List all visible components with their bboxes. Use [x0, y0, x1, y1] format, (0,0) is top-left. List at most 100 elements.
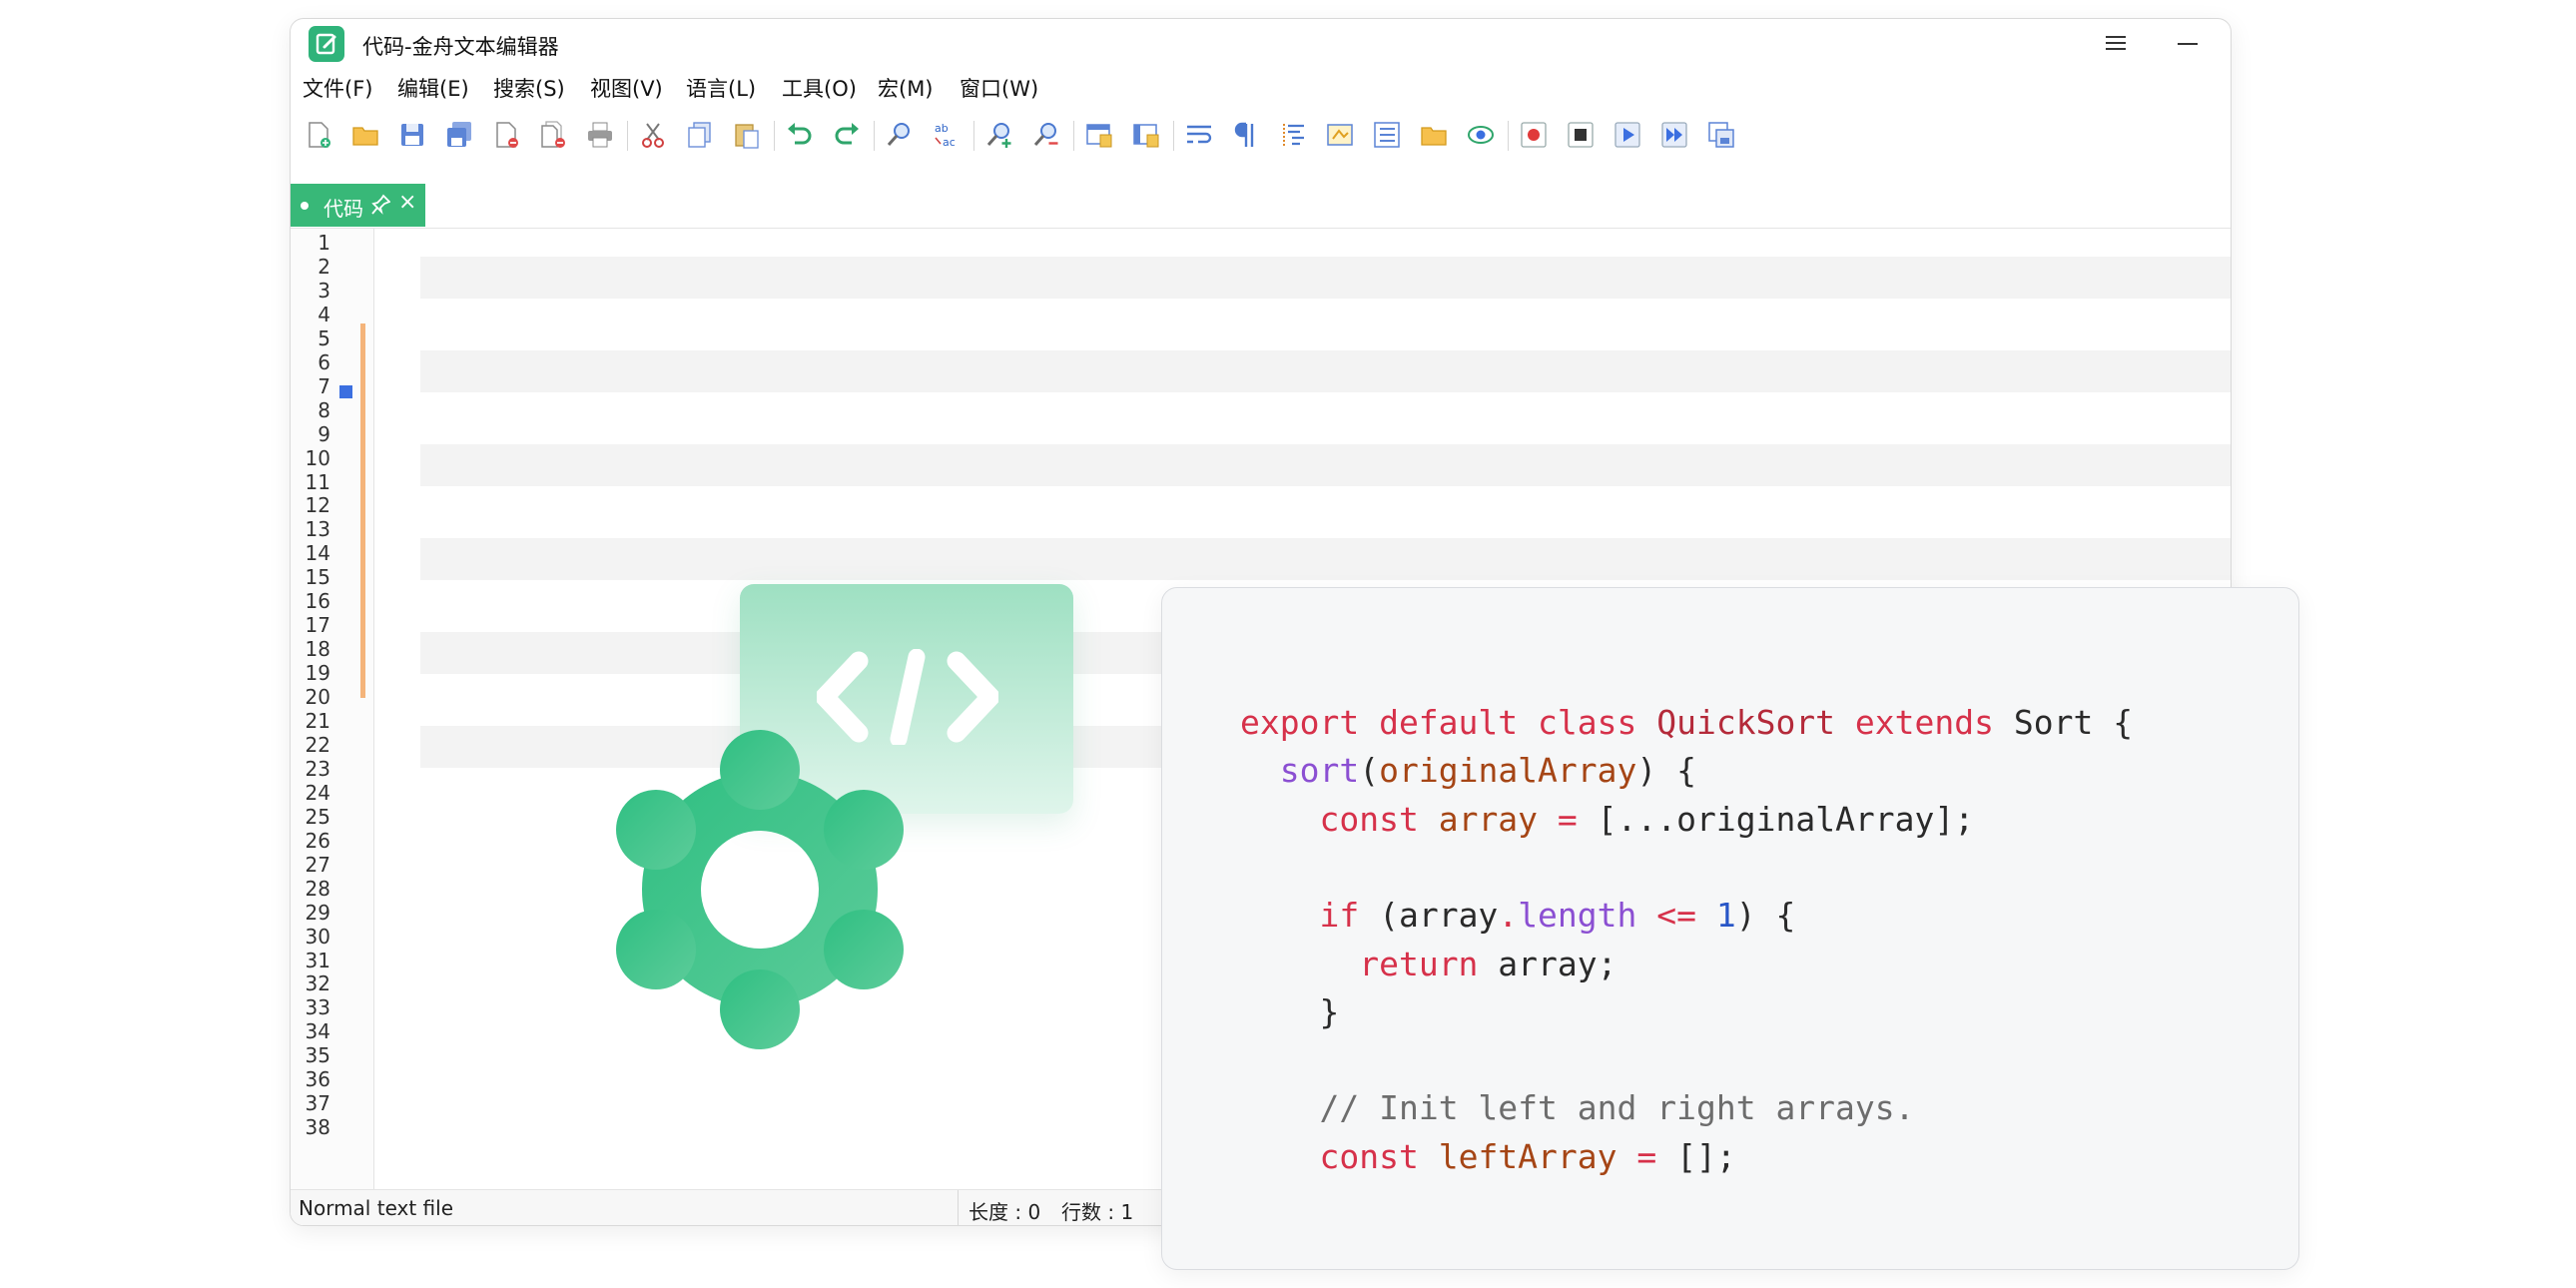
- line-number: 28: [305, 876, 330, 901]
- run-macro-multiple-icon[interactable]: [1656, 117, 1692, 153]
- indent-guide-icon[interactable]: [1275, 117, 1311, 153]
- menu-language[interactable]: 语言(L): [686, 73, 756, 103]
- menu-view[interactable]: 视图(V): [590, 73, 663, 103]
- find-icon[interactable]: [882, 117, 918, 153]
- code-token: const: [1319, 799, 1439, 839]
- code-token: originalArray: [1379, 751, 1637, 791]
- print-icon[interactable]: [582, 117, 618, 153]
- row-stripe: [420, 538, 2231, 580]
- code-token: array;: [1498, 944, 1617, 983]
- code-token: extends: [1835, 703, 2014, 742]
- code-token: ) {: [1636, 751, 1696, 791]
- menu-window[interactable]: 窗口(W): [960, 73, 1038, 103]
- tab-code[interactable]: 代码 ×: [291, 184, 425, 227]
- save-icon[interactable]: [394, 117, 430, 153]
- show-all-characters-icon[interactable]: [1228, 117, 1264, 153]
- line-number: 26: [305, 828, 330, 853]
- code-token: sort: [1279, 751, 1360, 791]
- toolbar-divider: [1173, 121, 1174, 151]
- line-number: 23: [305, 756, 330, 781]
- pin-icon[interactable]: [370, 194, 390, 216]
- sync-horizontal-icon[interactable]: [1128, 117, 1164, 153]
- code-line: }: [1240, 992, 1339, 1032]
- line-number: 38: [305, 1115, 330, 1140]
- word-wrap-icon[interactable]: [1181, 117, 1217, 153]
- zoom-out-icon[interactable]: [1028, 117, 1064, 153]
- replace-icon[interactable]: ab ac: [929, 117, 965, 153]
- code-line: // Init left and right arrays.: [1240, 1088, 1914, 1128]
- line-number: 9: [318, 421, 330, 446]
- code-line: sort(originalArray) {: [1240, 751, 1696, 791]
- line-number: 27: [305, 852, 330, 877]
- settings-gear-icon: [616, 730, 904, 1049]
- close-file-icon[interactable]: [488, 117, 524, 153]
- code-token: export default class: [1240, 703, 1657, 742]
- line-number: 6: [318, 349, 330, 374]
- minimize-icon: [2178, 43, 2198, 45]
- function-list-icon[interactable]: [1369, 117, 1405, 153]
- document-length: 长度 : 0: [968, 1200, 1041, 1224]
- change-history-marker: [360, 323, 365, 698]
- code-token: =: [1616, 1136, 1677, 1176]
- title-bar[interactable]: 代码-金舟文本编辑器: [291, 19, 2231, 69]
- hamburger-menu-button[interactable]: [2096, 27, 2136, 61]
- code-token: const: [1319, 1136, 1439, 1176]
- open-file-icon[interactable]: [347, 117, 383, 153]
- undo-icon[interactable]: [782, 117, 818, 153]
- line-number: 8: [318, 397, 330, 422]
- line-number: 2: [318, 254, 330, 279]
- svg-text:ac: ac: [943, 136, 956, 149]
- menu-file[interactable]: 文件(F): [303, 73, 372, 103]
- code-token: }: [1240, 991, 1340, 1031]
- line-number: 34: [305, 1019, 330, 1044]
- playback-macro-icon[interactable]: [1610, 117, 1645, 153]
- close-all-icon[interactable]: [535, 117, 571, 153]
- redo-icon[interactable]: [829, 117, 865, 153]
- code-token: length: [1518, 896, 1637, 936]
- line-number: 24: [305, 780, 330, 805]
- cut-icon[interactable]: [635, 117, 671, 153]
- line-number-gutter: 1 2 3 4 5 6 7 8 9 10 11 12 13 14 15 16 17 18 19 20 21 22 23 24 2…: [291, 229, 374, 1189]
- line-number: 37: [305, 1091, 330, 1116]
- folder-workspace-icon[interactable]: [1416, 117, 1452, 153]
- line-number: 16: [305, 589, 330, 614]
- code-token: [...originalArray];: [1597, 799, 1975, 839]
- code-token: return: [1359, 944, 1499, 983]
- code-token: .: [1498, 896, 1519, 936]
- line-number: 18: [305, 637, 330, 662]
- modified-dot-icon: [301, 202, 309, 210]
- paste-icon[interactable]: [729, 117, 765, 153]
- record-macro-icon[interactable]: [1516, 117, 1552, 153]
- tab-label: 代码: [323, 197, 363, 221]
- menu-icon: [2106, 36, 2126, 50]
- copy-icon[interactable]: [682, 117, 718, 153]
- line-number: 10: [305, 445, 330, 470]
- save-all-icon[interactable]: [441, 117, 477, 153]
- line-number: 11: [305, 469, 330, 494]
- svg-text:ab: ab: [935, 122, 949, 135]
- row-stripe: [420, 257, 2231, 299]
- tab-close-button[interactable]: ×: [398, 191, 416, 215]
- bookmark-marker[interactable]: [339, 385, 352, 398]
- minimize-button[interactable]: [2168, 27, 2208, 61]
- save-macro-icon[interactable]: [1703, 117, 1739, 153]
- document-map-icon[interactable]: [1322, 117, 1358, 153]
- line-number: 21: [305, 709, 330, 733]
- toolbar: ab ac: [291, 111, 2231, 161]
- menu-tools[interactable]: 工具(O): [782, 73, 857, 103]
- line-number: 12: [305, 493, 330, 518]
- line-number: 31: [305, 948, 330, 972]
- sync-vertical-icon[interactable]: [1081, 117, 1117, 153]
- new-file-icon[interactable]: [301, 117, 336, 153]
- code-line: export default class QuickSort extends S…: [1240, 703, 2133, 743]
- stop-recording-icon[interactable]: [1563, 117, 1599, 153]
- zoom-in-icon[interactable]: [981, 117, 1017, 153]
- code-line: return array;: [1240, 944, 1617, 984]
- menu-search[interactable]: 搜索(S): [493, 73, 565, 103]
- monitoring-icon[interactable]: [1463, 117, 1499, 153]
- menu-macro[interactable]: 宏(M): [878, 73, 934, 103]
- window-title: 代码-金舟文本编辑器: [362, 35, 559, 59]
- status-divider: [958, 1190, 959, 1225]
- code-token: (: [1359, 751, 1380, 791]
- menu-edit[interactable]: 编辑(E): [397, 73, 469, 103]
